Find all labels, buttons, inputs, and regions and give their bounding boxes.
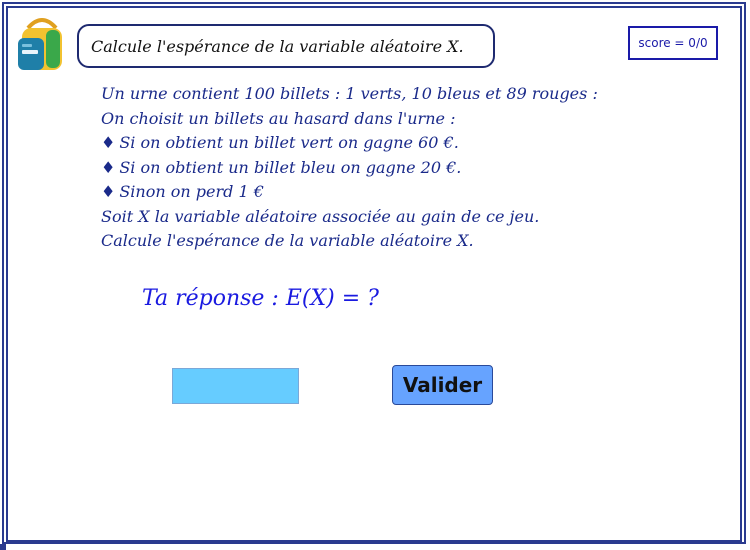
validate-button[interactable]: Valider (392, 365, 493, 405)
problem-line: On choisit un billets au hasard dans l'u… (101, 108, 456, 128)
problem-line-text: Si on obtient un billet bleu on gagne 20… (119, 157, 462, 177)
diamond-bullet-icon: ♦ (101, 182, 116, 201)
problem-line: Soit X la variable aléatoire associée au… (101, 206, 540, 226)
corner-mark (0, 544, 6, 550)
problem-line-text: Si on obtient un billet vert on gagne 60… (119, 133, 459, 152)
problem-line: Un urne contient 100 billets : 1 verts, … (101, 84, 598, 103)
answer-prompt: Ta réponse : E(X) = ? (142, 286, 379, 311)
problem-line: ♦ Sinon on perd 1 € (101, 180, 701, 205)
problem-line-text: Sinon on perd 1 € (119, 182, 264, 201)
diamond-bullet-icon: ♦ (101, 157, 116, 177)
problem-line: ♦ Si on obtient un billet vert on gagne 6… (101, 131, 701, 156)
problem-statement: Un urne contient 100 billets : 1 verts, … (101, 82, 701, 254)
problem-line: ♦ Si on obtient un billet bleu on gagne 2… (101, 156, 701, 181)
problem-line: Calcule l'espérance de la variable aléat… (101, 231, 474, 250)
diamond-bullet-icon: ♦ (101, 133, 116, 152)
answer-input[interactable] (172, 368, 299, 404)
exercise-title: Calcule l'espérance de la variable aléat… (77, 24, 495, 68)
score-display: score = 0/0 (628, 26, 718, 60)
backpack-icon (16, 14, 68, 72)
